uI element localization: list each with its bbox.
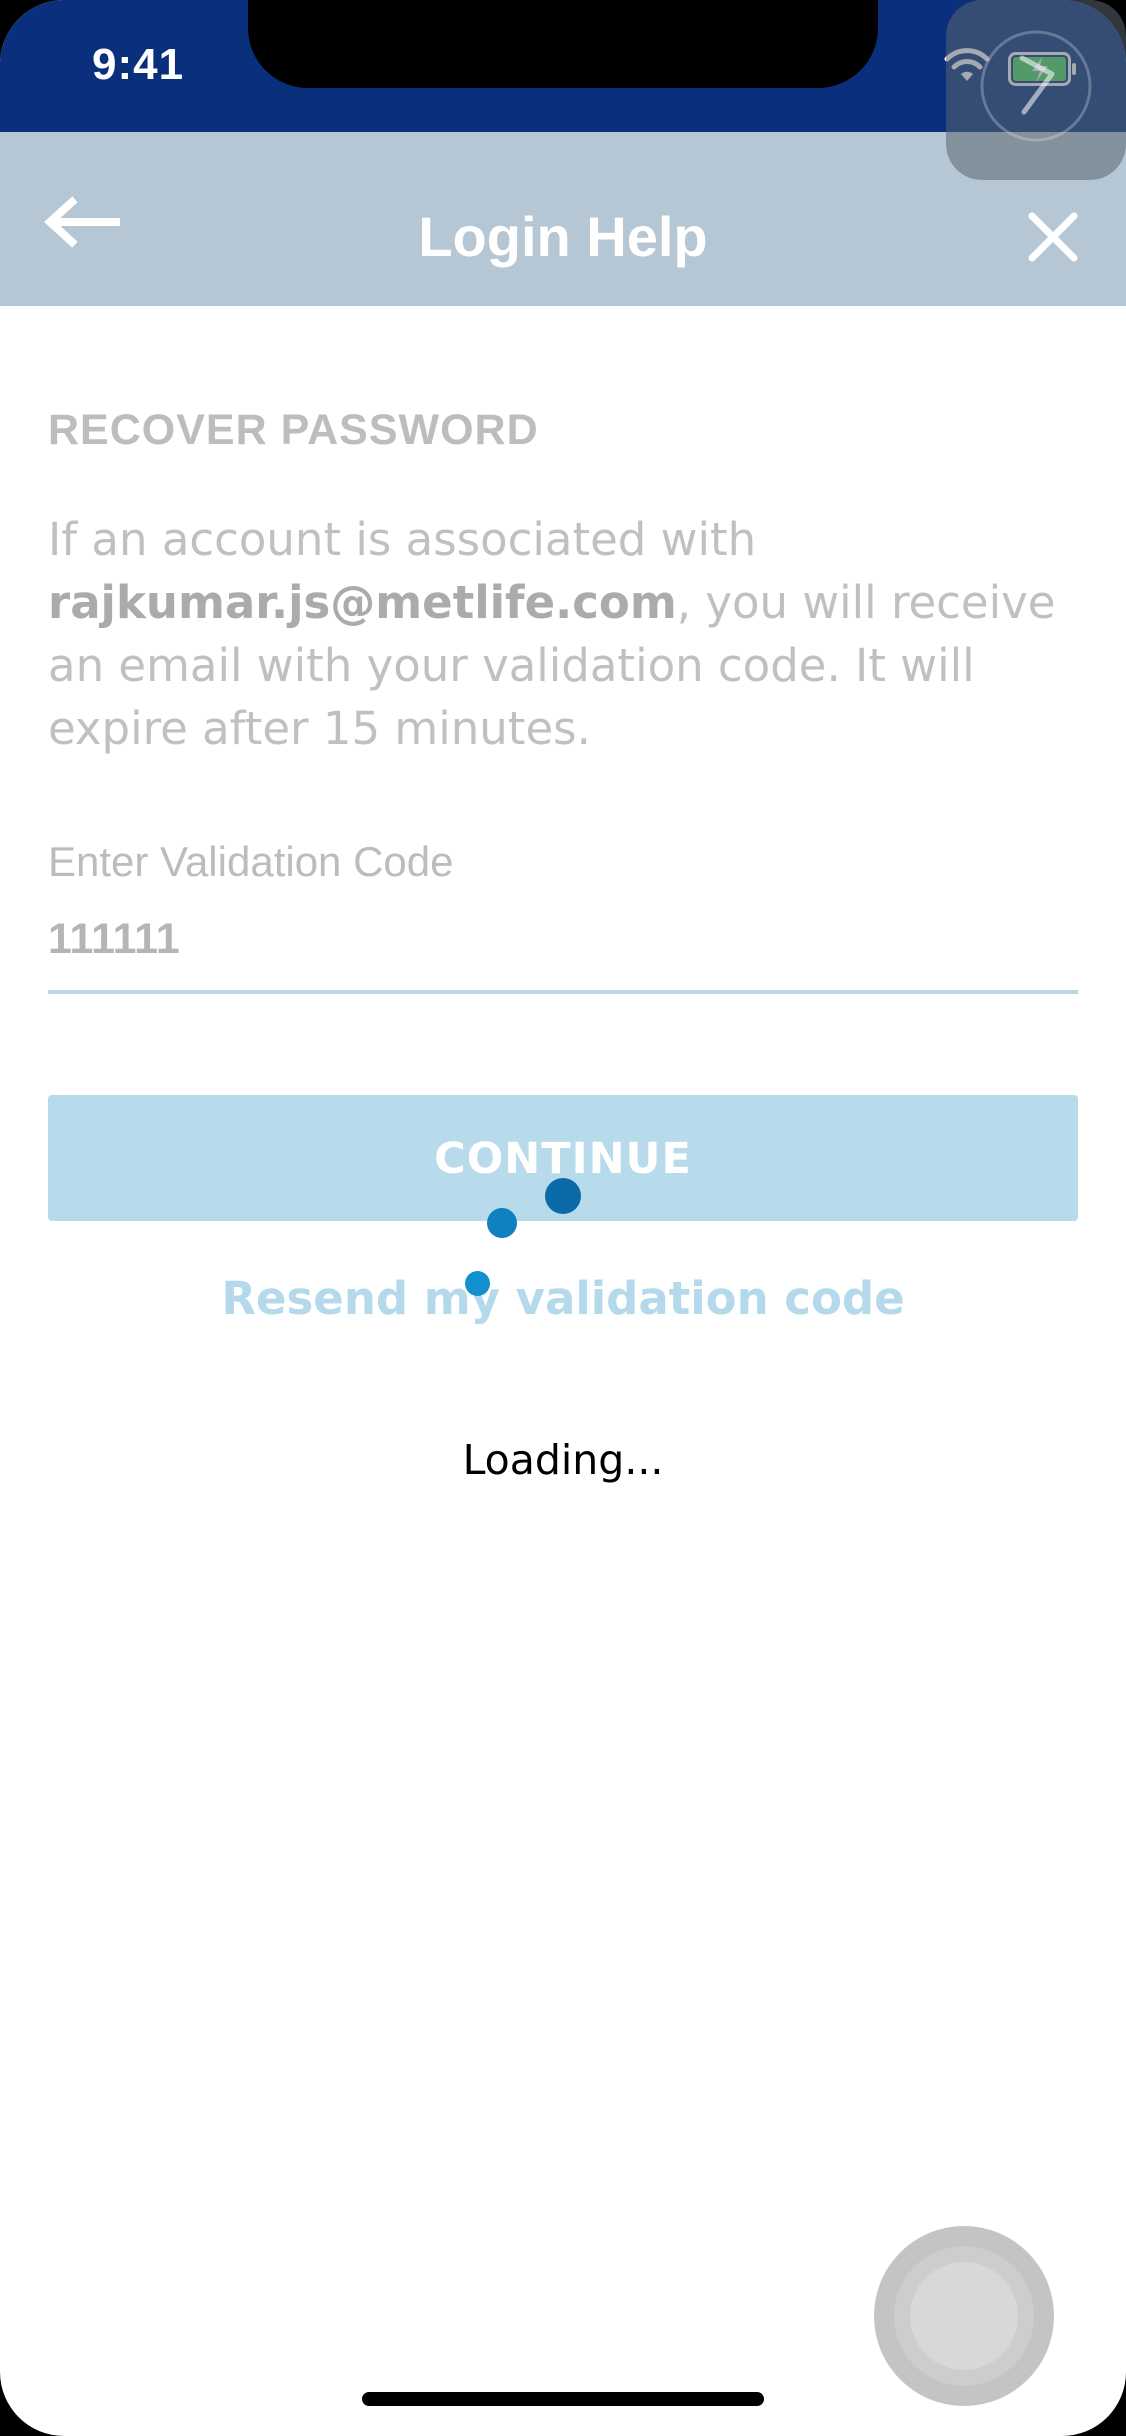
- app-screen: 9:41 Login Help RECOVER PASSWORD If an a…: [0, 0, 1126, 2436]
- spinner-dot: [465, 1271, 490, 1296]
- spinner-dot: [487, 1208, 517, 1238]
- close-icon[interactable]: [1026, 210, 1080, 264]
- validation-code-input[interactable]: [48, 912, 1078, 966]
- status-time: 9:41: [92, 40, 185, 89]
- loading-text: Loading...: [462, 1436, 664, 1484]
- account-email: rajkumar.js@metlife.com: [48, 576, 677, 629]
- home-indicator[interactable]: [362, 2392, 764, 2406]
- section-title: RECOVER PASSWORD: [48, 406, 539, 454]
- resend-code-link[interactable]: Resend my validation code: [0, 1272, 1126, 1325]
- device-notch: [248, 0, 878, 88]
- assistive-touch-center: [910, 2262, 1018, 2370]
- spinner-dot: [545, 1178, 581, 1214]
- input-underline: [48, 990, 1078, 994]
- assistive-overlay[interactable]: [946, 0, 1126, 180]
- assistive-overlay-icon: [980, 30, 1092, 142]
- info-text: If an account is associated with rajkuma…: [48, 508, 1088, 760]
- page-title: Login Help: [418, 205, 708, 268]
- info-text-prefix: If an account is associated with: [48, 513, 757, 566]
- validation-code-label: Enter Validation Code: [48, 838, 454, 885]
- assistive-touch-button[interactable]: [874, 2226, 1054, 2406]
